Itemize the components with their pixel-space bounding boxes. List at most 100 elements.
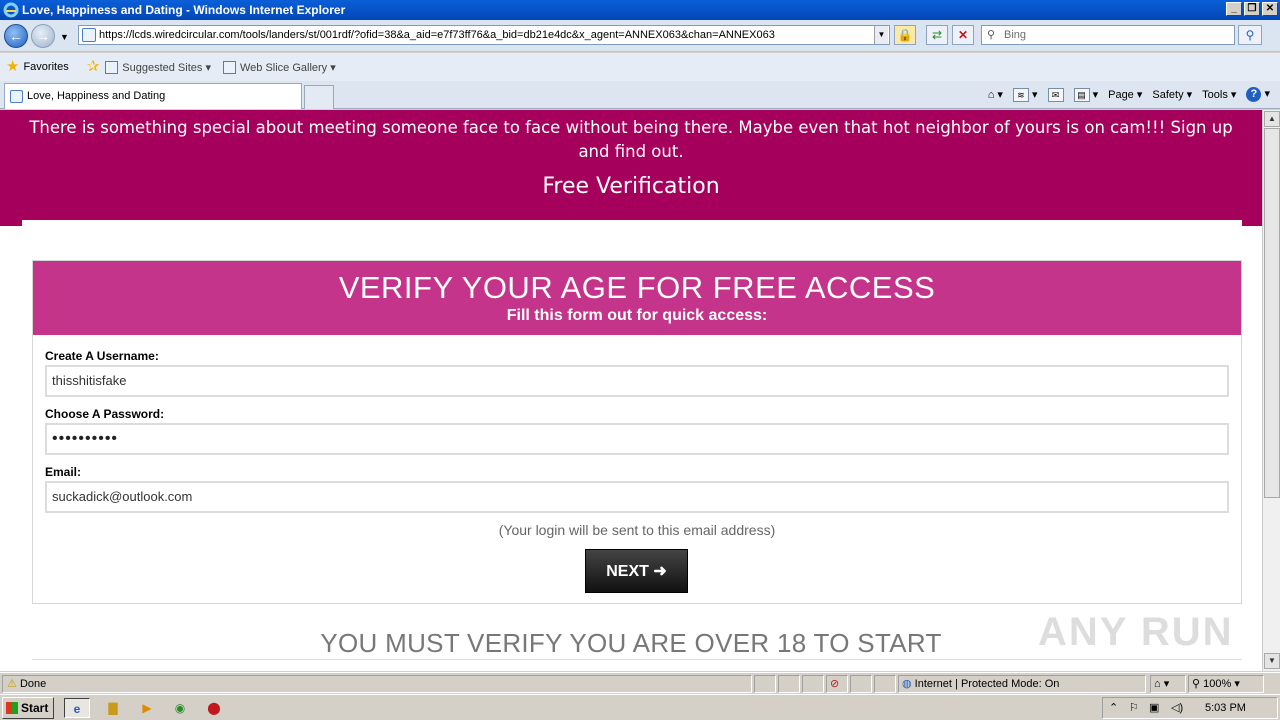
page-icon	[82, 28, 96, 42]
hero-bottom-edge	[22, 220, 1242, 230]
media-player-icon: ▶	[142, 701, 152, 715]
close-button[interactable]: ✕	[1262, 2, 1278, 16]
form-header: VERIFY YOUR AGE FOR FREE ACCESS Fill thi…	[33, 261, 1241, 335]
print-button[interactable]: ▤ ▾	[1073, 87, 1098, 102]
stop-button[interactable]: ✕	[952, 25, 974, 45]
tray-expand-icon[interactable]: ⌃	[1109, 698, 1118, 718]
zoom-level: 100%	[1203, 678, 1232, 690]
popup-blocker-icon[interactable]: ⊘	[826, 675, 848, 693]
forward-button[interactable]: →	[31, 24, 55, 48]
start-button[interactable]: Start	[2, 697, 54, 719]
network-icon[interactable]: ▣	[1149, 698, 1159, 718]
address-bar[interactable]: https://lcds.wiredcircular.com/tools/lan…	[78, 25, 890, 45]
start-label: Start	[21, 701, 49, 715]
suggested-sites-link[interactable]: Suggested Sites ▾	[105, 60, 211, 74]
password-label: Choose A Password:	[45, 407, 165, 421]
page-viewport: There is something special about meeting…	[0, 110, 1262, 671]
email-field[interactable]: suckadick@outlook.com	[45, 481, 1229, 513]
magnifier-icon: ⚲	[1245, 28, 1255, 42]
signup-form: VERIFY YOUR AGE FOR FREE ACCESS Fill thi…	[32, 260, 1242, 604]
hero-subtitle: Free Verification	[542, 174, 720, 199]
volume-icon[interactable]: ◁)	[1171, 698, 1183, 718]
command-bar: ⌂ ▾ ≋ ▾ ✉ ▤ ▾ Page ▾ Safety ▾ Tools ▾ ? …	[988, 87, 1270, 102]
safety-menu[interactable]: Safety ▾	[1152, 88, 1192, 101]
mail-icon: ✉	[1047, 87, 1064, 102]
home-button[interactable]: ⌂ ▾	[988, 88, 1003, 101]
maximize-button[interactable]: ❐	[1244, 2, 1260, 16]
taskbar-stop-button[interactable]: ⬤	[201, 698, 227, 718]
zoom-button[interactable]: ⚲ 100% ▾	[1188, 675, 1264, 693]
taskbar-chrome-button[interactable]: ◉	[167, 698, 193, 718]
suggested-sites-label: Suggested Sites ▾	[122, 61, 211, 74]
window-title: Love, Happiness and Dating - Windows Int…	[22, 3, 346, 17]
search-go-button[interactable]: ⚲	[1238, 25, 1262, 45]
address-dropdown[interactable]: ▼	[874, 26, 888, 44]
taskbar: Start e ▇ ▶ ◉ ⬤ ⌃ ⚐ ▣ ◁) 5:03 PM	[0, 694, 1280, 720]
page-menu[interactable]: Page ▾	[1108, 88, 1142, 101]
rss-icon: ≋	[1012, 87, 1029, 102]
next-button[interactable]: NEXT ➜	[585, 549, 688, 593]
scroll-thumb[interactable]	[1264, 128, 1280, 498]
clock[interactable]: 5:03 PM	[1205, 698, 1246, 718]
search-input[interactable]: ⚲ Bing	[981, 25, 1235, 45]
email-label: Email:	[45, 465, 82, 479]
window-title-bar: Love, Happiness and Dating - Windows Int…	[0, 0, 1280, 20]
anyrun-watermark: ANY RUN	[1038, 610, 1234, 654]
add-favorite-icon: ✰	[86, 58, 100, 75]
url-text: https://lcds.wiredcircular.com/tools/lan…	[99, 29, 775, 41]
taskbar-ie-button[interactable]: e	[64, 698, 90, 718]
lock-button[interactable]: 🔒	[894, 25, 916, 45]
globe-icon: ◍	[902, 678, 912, 690]
zone-text: Internet | Protected Mode: On	[914, 678, 1060, 690]
protected-mode-button[interactable]: ⌂ ▾	[1150, 675, 1186, 693]
windows-logo-icon	[6, 702, 18, 714]
status-text-cell: ⚠ Done	[2, 675, 752, 693]
search-placeholder: Bing	[1004, 29, 1027, 41]
star-icon: ★	[6, 58, 20, 75]
minimize-button[interactable]: _	[1226, 2, 1242, 16]
feeds-button[interactable]: ≋ ▾	[1012, 87, 1038, 102]
folder-icon: ▇	[108, 701, 118, 715]
scroll-down-arrow-icon[interactable]: ▼	[1264, 653, 1280, 669]
taskbar-media-button[interactable]: ▶	[134, 698, 160, 718]
help-menu[interactable]: ? ▾	[1246, 87, 1270, 102]
forward-arrow-icon: →	[36, 28, 50, 44]
new-tab-button[interactable]	[304, 85, 334, 109]
refresh-icon: ⇄	[931, 28, 943, 42]
red-stop-icon: ⬤	[207, 701, 221, 715]
taskbar-explorer-button[interactable]: ▇	[100, 698, 126, 718]
vertical-scrollbar[interactable]: ▲ ▼	[1262, 110, 1280, 671]
back-arrow-icon: ←	[9, 28, 23, 44]
favorites-bar: ★ Favorites ✰ Suggested Sites ▾ Web Slic…	[0, 53, 1280, 81]
divider	[32, 659, 1242, 660]
status-bar: ⚠ Done ⊘ ◍ Internet | Protected Mode: On…	[0, 672, 1280, 694]
security-zone[interactable]: ◍ Internet | Protected Mode: On	[898, 675, 1146, 693]
status-cell	[874, 675, 896, 693]
zoom-icon: ⚲	[1192, 678, 1201, 690]
tab-active[interactable]: Love, Happiness and Dating	[4, 83, 302, 109]
username-label: Create A Username:	[45, 349, 159, 363]
flag-icon[interactable]: ⚐	[1129, 698, 1139, 718]
mail-button[interactable]: ✉	[1047, 87, 1064, 102]
web-slice-gallery-label: Web Slice Gallery ▾	[239, 61, 336, 74]
email-note: (Your login will be sent to this email a…	[498, 522, 776, 538]
hero-text: There is something special about meeting…	[29, 118, 1233, 161]
tab-bar: Love, Happiness and Dating ⌂ ▾ ≋ ▾ ✉ ▤ ▾…	[0, 81, 1280, 109]
printer-icon: ▤	[1073, 87, 1090, 102]
recent-pages-dropdown[interactable]: ▼	[60, 32, 69, 42]
scroll-up-arrow-icon[interactable]: ▲	[1264, 111, 1280, 127]
back-button[interactable]: ←	[4, 24, 28, 48]
favorites-label: Favorites	[23, 61, 69, 73]
web-slice-gallery-link[interactable]: Web Slice Gallery ▾	[222, 60, 336, 74]
tab-label: Love, Happiness and Dating	[27, 90, 166, 102]
username-field[interactable]: thisshitisfake	[45, 365, 1229, 397]
refresh-button[interactable]: ⇄	[926, 25, 948, 45]
tools-menu[interactable]: Tools ▾	[1202, 88, 1236, 101]
password-field[interactable]: ••••••••••	[45, 423, 1229, 455]
page-icon	[222, 60, 236, 74]
stop-icon: ✕	[957, 28, 969, 42]
form-heading: VERIFY YOUR AGE FOR FREE ACCESS	[338, 270, 936, 305]
add-favorites-button[interactable]: ✰	[86, 58, 100, 75]
status-text: Done	[19, 678, 47, 690]
favorites-button[interactable]: ★ Favorites	[6, 58, 69, 75]
